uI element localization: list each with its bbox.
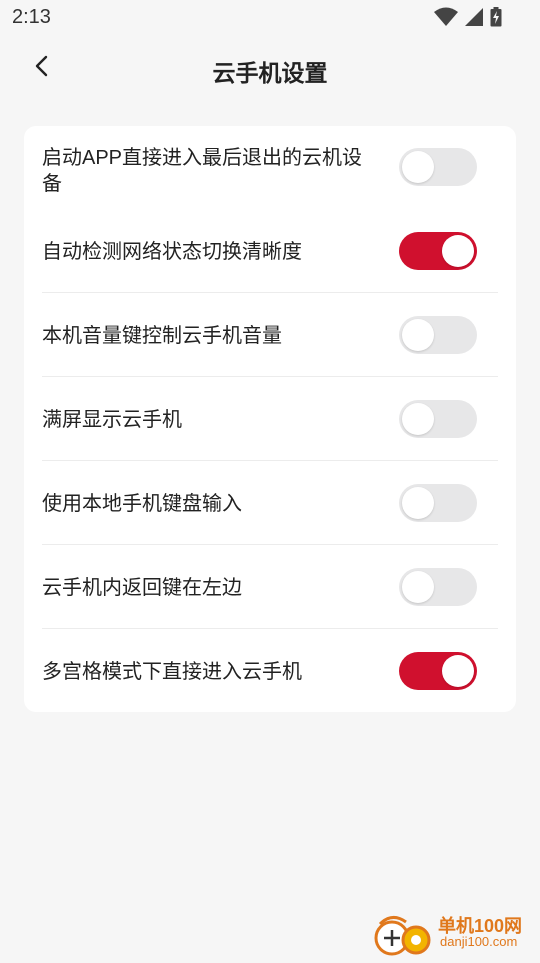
toggle-knob	[402, 319, 434, 351]
signal-icon	[464, 7, 484, 32]
divider	[42, 292, 498, 293]
setting-label: 云手机内返回键在左边	[42, 577, 242, 599]
watermark-url: danji100.com	[440, 934, 518, 949]
setting-label: 启动APP直接进入最后退出的云机设备	[42, 147, 363, 195]
status-bar: 2:13	[0, 0, 540, 36]
status-time: 2:13	[12, 6, 51, 28]
toggle-volume-keys[interactable]	[399, 316, 477, 354]
toggle-knob	[402, 487, 434, 519]
wifi-icon	[434, 7, 458, 32]
toggle-knob	[442, 235, 474, 267]
status-icons	[434, 7, 502, 32]
header: 云手机设置	[0, 36, 540, 100]
toggle-knob	[402, 403, 434, 435]
page-title: 云手机设置	[212, 60, 328, 86]
divider	[42, 628, 498, 629]
toggle-fullscreen[interactable]	[399, 400, 477, 438]
setting-label: 使用本地手机键盘输入	[42, 493, 242, 515]
settings-card: 启动APP直接进入最后退出的云机设备 自动检测网络状态切换清晰度 本机音量键控制…	[24, 126, 516, 712]
toggle-back-key-left[interactable]	[399, 568, 477, 606]
watermark-logo: 单机100网 danji100.com	[372, 910, 532, 958]
divider	[42, 460, 498, 461]
watermark-icon	[374, 916, 431, 956]
toggle-knob	[402, 571, 434, 603]
toggle-local-keyboard[interactable]	[399, 484, 477, 522]
divider	[42, 376, 498, 377]
setting-label: 本机音量键控制云手机音量	[42, 325, 282, 347]
toggle-auto-quality[interactable]	[399, 232, 477, 270]
toggle-knob	[442, 655, 474, 687]
setting-label: 自动检测网络状态切换清晰度	[42, 241, 302, 263]
toggle-knob	[402, 151, 434, 183]
battery-charging-icon	[490, 7, 502, 32]
setting-label: 多宫格模式下直接进入云手机	[42, 661, 302, 683]
divider	[42, 544, 498, 545]
toggle-launch-last-device[interactable]	[399, 148, 477, 186]
setting-label: 满屏显示云手机	[42, 409, 182, 431]
toggle-grid-direct-enter[interactable]	[399, 652, 477, 690]
